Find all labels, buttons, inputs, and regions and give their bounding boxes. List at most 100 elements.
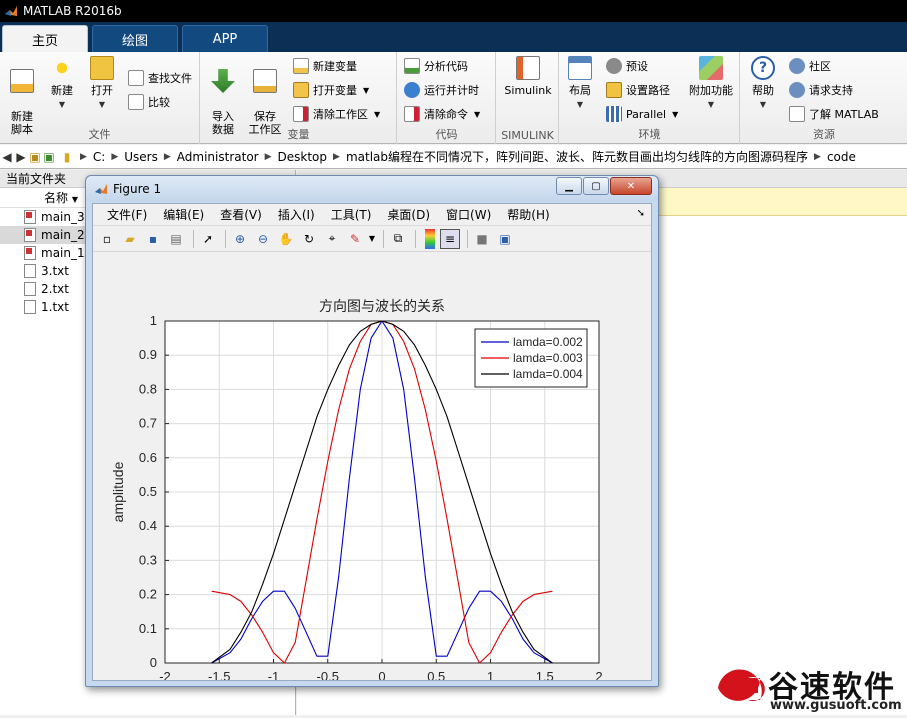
layout-button[interactable]: 布局 ▼ [560, 56, 600, 111]
chevron-down-icon: ▼ [576, 100, 584, 109]
import-data-button[interactable]: 导入 数据 [203, 56, 243, 136]
forward-arrow-icon[interactable]: ▶ [14, 150, 28, 164]
legend-icon[interactable]: ≡ [440, 228, 460, 249]
y-tick-label: 0.3 [139, 552, 157, 567]
clear-commands-icon [404, 106, 420, 122]
dock-arrow-icon[interactable]: ➘ [637, 208, 645, 219]
find-files-button[interactable]: 查找文件 [128, 68, 192, 88]
learn-icon [789, 106, 805, 122]
figure-window[interactable]: Figure 1 ▁ ▢ ✕ 文件(F) 编辑(E) 查看(V) 插入(I) 工具(T)… [85, 175, 659, 704]
request-support-button[interactable]: 请求支持 [789, 80, 853, 100]
tab-home[interactable]: 主页 [2, 25, 88, 52]
tab-apps[interactable]: APP [182, 25, 268, 52]
variable-group-label: 变量 [287, 128, 310, 141]
close-button[interactable]: ✕ [610, 177, 652, 195]
window-controls: ▁ ▢ ✕ [555, 177, 652, 195]
breadcrumb-administrator[interactable]: Administrator [171, 150, 265, 164]
toolbar-divider [193, 229, 194, 248]
back-arrow-icon[interactable]: ◀ [0, 150, 14, 164]
chevron-down-icon: ▼ [363, 85, 370, 95]
breadcrumb-project-folder[interactable]: matlab编程在不同情况下，阵列间距、波长、阵元数目画出均匀线阵的方向图源码程… [340, 148, 814, 165]
folder-icon [90, 56, 114, 80]
save-workspace-button[interactable]: 保存 工作区 [245, 56, 285, 136]
path-separator-icon: ▶ [333, 151, 340, 162]
x-tick-label: -1 [268, 669, 280, 680]
brush-dropdown-icon[interactable]: ▼ [368, 229, 376, 249]
tab-plots[interactable]: 绘图 [92, 25, 178, 52]
address-bar[interactable]: ◀ ▶ ▣ ▣ ▮ ▶ C: ▶ Users ▶ Administrator ▶… [0, 145, 907, 169]
addons-button[interactable]: 附加功能 ▼ [686, 56, 736, 111]
chevron-down-icon: ▼ [98, 100, 106, 109]
show-plot-tools-icon[interactable]: ▣ [495, 229, 515, 249]
community-button[interactable]: 社区 [789, 56, 831, 76]
watermark: 谷速软件 www.gusuoft.com [710, 660, 907, 715]
maximize-icon: ▢ [591, 180, 601, 192]
new-figure-icon[interactable]: ▫ [97, 229, 117, 249]
zoom-out-icon[interactable]: ⊖ [253, 229, 273, 249]
new-variable-button[interactable]: 新建变量 [293, 56, 357, 76]
learn-matlab-button[interactable]: 了解 MATLAB [789, 104, 879, 124]
line-chart[interactable]: -2 -1.5 -1 -0.5 0 0.5 1 1.5 2 0 0.1 0.2 0.3 0.4 0.5 0.6… [93, 253, 651, 704]
help-button[interactable]: ? 帮助 ▼ [743, 56, 783, 111]
open-file-icon[interactable]: ▰ [120, 229, 140, 249]
browse-folder-icon[interactable]: ▣ [42, 150, 56, 164]
new-script-button[interactable]: 新建 脚本 [2, 56, 42, 136]
chevron-down-icon: ▼ [672, 109, 679, 119]
figure-menu-item[interactable]: 文件(F) [99, 206, 155, 223]
data-cursor-icon[interactable]: ⌖ [322, 229, 342, 249]
breadcrumb-c[interactable]: C: [87, 150, 111, 164]
set-path-button[interactable]: 设置路径 [606, 80, 670, 100]
print-icon[interactable]: ▤ [166, 229, 186, 249]
breadcrumb-desktop[interactable]: Desktop [272, 150, 334, 164]
support-icon [789, 82, 805, 98]
up-folder-icon[interactable]: ▣ [28, 150, 42, 164]
minimize-button[interactable]: ▁ [556, 177, 582, 195]
link-plot-icon[interactable]: ⧉ [388, 229, 408, 249]
analyze-code-icon [404, 58, 420, 74]
zoom-in-icon[interactable]: ⊕ [230, 229, 250, 249]
figure-title-bar[interactable]: Figure 1 ▁ ▢ ✕ [86, 176, 658, 202]
ribbon-tab-strip: 主页 绘图 APP [0, 22, 907, 52]
y-tick-label: 0.2 [139, 587, 157, 602]
pointer-icon[interactable]: ➚ [198, 229, 218, 249]
figure-menu-item[interactable]: 帮助(H) [499, 206, 557, 223]
path-separator-icon: ▶ [264, 151, 272, 162]
maximize-button[interactable]: ▢ [583, 177, 609, 195]
preferences-button[interactable]: 预设 [606, 56, 648, 76]
run-and-time-button[interactable]: 运行并计时 [404, 80, 479, 100]
figure-menu-item[interactable]: 桌面(D) [379, 206, 438, 223]
brush-icon[interactable]: ✎ [345, 229, 365, 249]
y-tick-label: 0 [150, 655, 157, 670]
compare-button[interactable]: 比较 [128, 92, 170, 112]
matlab-file-icon [24, 246, 36, 260]
new-button[interactable]: 新建 ▼ [42, 56, 82, 111]
compare-icon [128, 94, 144, 110]
pan-hand-icon[interactable]: ✋ [276, 229, 296, 249]
open-variable-button[interactable]: 打开变量 ▼ [293, 80, 369, 100]
open-button[interactable]: 打开 ▼ [82, 56, 122, 111]
hide-plot-tools-icon[interactable]: ■ [472, 229, 492, 249]
breadcrumb-users[interactable]: Users [118, 150, 164, 164]
chevron-down-icon: ▼ [474, 109, 481, 119]
colorbar-icon[interactable] [425, 228, 435, 249]
rotate-3d-icon[interactable]: ↻ [299, 229, 319, 249]
clear-commands-button[interactable]: 清除命令 ▼ [404, 104, 480, 124]
figure-body: 文件(F) 编辑(E) 查看(V) 插入(I) 工具(T) 桌面(D) 窗口(W) 帮助(H)… [92, 203, 652, 704]
figure-menu-item[interactable]: 插入(I) [270, 206, 323, 223]
clear-workspace-button[interactable]: 清除工作区 ▼ [293, 104, 380, 124]
simulink-button[interactable]: Simulink [501, 56, 555, 97]
chart-title: 方向图与波长的关系 [319, 299, 445, 315]
x-tick-label: 1 [487, 669, 494, 680]
analyze-code-button[interactable]: 分析代码 [404, 56, 468, 76]
resources-group: ? 帮助 ▼ 社区 请求支持 了解 MATLAB 资源 [741, 52, 907, 144]
addons-cubes-icon [699, 56, 723, 80]
save-icon[interactable]: ▪ [143, 229, 163, 249]
figure-menu-item[interactable]: 编辑(E) [155, 206, 212, 223]
path-separator-icon: ▶ [111, 151, 119, 162]
breadcrumb-code[interactable]: code [821, 150, 862, 164]
figure-menu-item[interactable]: 查看(V) [212, 206, 270, 223]
figure-menu-item[interactable]: 工具(T) [323, 206, 380, 223]
figure-menu-item[interactable]: 窗口(W) [438, 206, 499, 223]
parallel-button[interactable]: Parallel ▼ [606, 104, 678, 124]
legend-label: lamda=0.002 [513, 335, 583, 349]
